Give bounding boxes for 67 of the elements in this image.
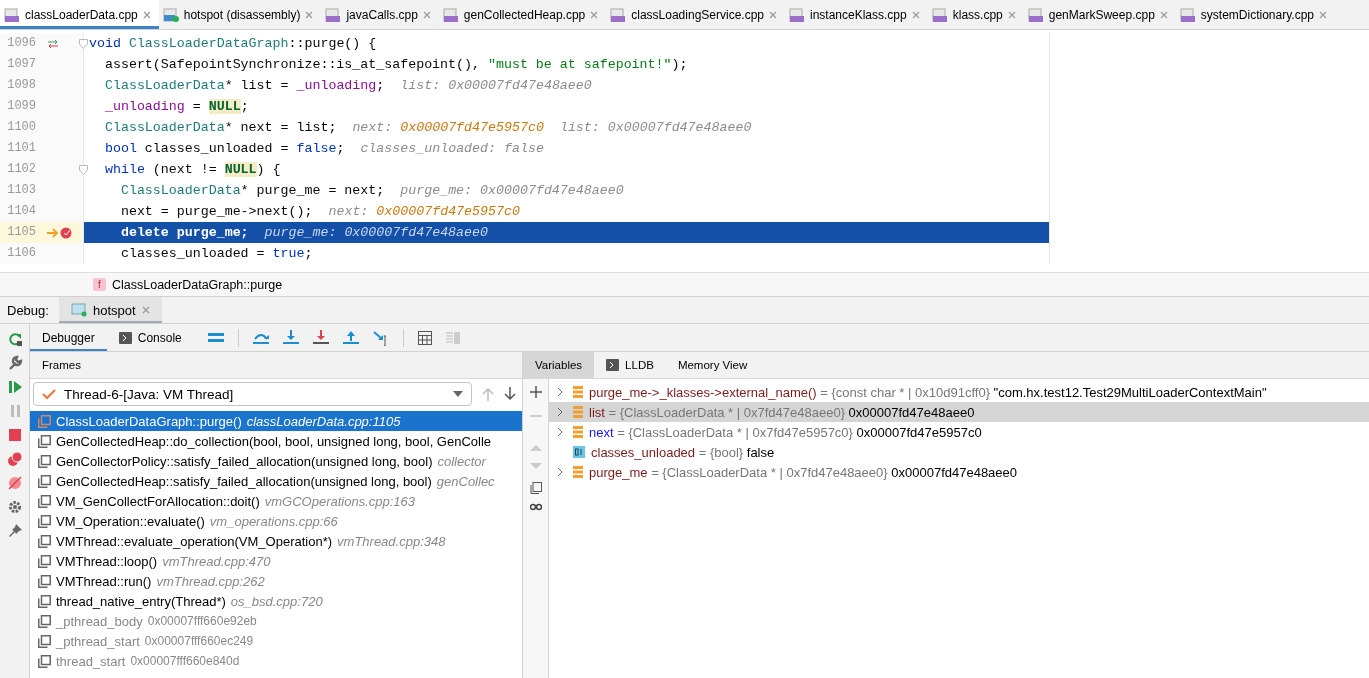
thread-dropdown[interactable]: Thread-6-[Java: VM Thread] [33, 382, 472, 406]
inline-value-hint: purge_me: 0x00007fd47e48aee0 [400, 182, 624, 200]
code-line: void ClassLoaderDataGraph::purge() { [89, 35, 377, 53]
editor-tab[interactable]: hotspot (disassembly) [158, 0, 322, 29]
code-line: ClassLoaderData* next = list; [103, 119, 337, 137]
variable-row[interactable]: purge_me = {ClassLoaderData * | 0x7fd47e48aee0} 0x00007fd47e48aee0 [549, 462, 1369, 482]
stack-frame[interactable]: GenCollectedHeap::do_collection(bool, bool, unsigned long, bool, GenColle [30, 431, 522, 451]
inline-value-hint: list: 0x00007fd47e48aee0 [400, 77, 592, 95]
line-number: 1101 [0, 138, 44, 159]
line-number: 1104 [0, 201, 44, 222]
code-line: assert(SafepointSynchronize::is_at_safepoint(), "must be at safepoint!"); [103, 56, 688, 74]
panel-title: Frames [42, 359, 81, 371]
variable-row[interactable]: purge_me->_klasses->external_name() = {const char * | 0x10d91cff0} "com.hx.test12.Test29MultiLoaderContextMain" [549, 382, 1369, 402]
editor-tab[interactable]: javaCalls.cpp [321, 0, 439, 29]
stack-frame[interactable]: thread_native_entry(Thread*) os_bsd.cpp:720 [30, 591, 522, 611]
stack-frame[interactable]: VM_GenCollectForAllocation::doit() vmGCOperations.cpp:163 [30, 491, 522, 511]
editor-tab[interactable]: classLoadingService.cpp [606, 0, 785, 29]
breadcrumb[interactable]: ClassLoaderDataGraph::purge [112, 277, 283, 292]
inline-value-hint: next: 0x00007fd47e5957c0 [328, 203, 520, 221]
line-number: 1102 [0, 159, 44, 180]
stack-frame[interactable]: VMThread::loop() vmThread.cpp:470 [30, 551, 522, 571]
code-line: next = purge_me->next(); [119, 203, 313, 221]
line-number: 1100 [0, 117, 44, 138]
editor-tab[interactable]: instanceKlass.cpp [785, 0, 928, 29]
debugger-tab[interactable]: Debugger [30, 324, 107, 351]
stack-frame[interactable]: VMThread::run() vmThread.cpp:262 [30, 571, 522, 591]
variable-row[interactable]: list = {ClassLoaderData * | 0x7fd47e48aee0} 0x00007fd47e48aee0 [549, 402, 1369, 422]
stack-frame[interactable]: ClassLoaderDataGraph::purge() classLoaderData.cpp:1105 [30, 411, 522, 431]
variables-tab[interactable]: Variables [523, 352, 595, 378]
stack-frame[interactable]: _pthread_start 0x00007fff660ec249 [30, 631, 522, 651]
variables-tab[interactable]: Memory View [665, 352, 760, 378]
stack-frame[interactable]: GenCollectorPolicy::satisfy_failed_allocation(unsigned long, bool) collector [30, 451, 522, 471]
debugger-tab[interactable]: Console [106, 324, 194, 351]
function-badge: f [93, 278, 106, 291]
line-number: 1105 [0, 222, 44, 243]
stack-frame[interactable]: GenCollectedHeap::satisfy_failed_allocation(unsigned long, bool) genCollec [30, 471, 522, 491]
editor-tab[interactable]: genMarkSweep.cpp [1023, 0, 1176, 29]
stack-frame[interactable]: _pthread_body 0x00007fff660e92eb [30, 611, 522, 631]
inline-value-hint: classes_unloaded: false [360, 140, 544, 158]
inline-value-hint: next: 0x00007fd47e5957c0 [352, 119, 544, 137]
inline-value-hint: purge_me: 0x00007fd47e48aee0 [264, 224, 489, 242]
debug-label: Debug: [6, 302, 50, 318]
variables-tab[interactable]: LLDB [594, 352, 666, 378]
editor-tab[interactable]: genCollectedHeap.cpp [438, 0, 607, 29]
code-line: ClassLoaderData* list = _unloading; [103, 77, 385, 95]
code-line: classes_unloaded = true; [119, 245, 313, 263]
line-number: 1097 [0, 54, 44, 75]
inline-value-hint: list: 0x00007fd47e48aee0 [559, 119, 752, 137]
editor-tab[interactable]: classLoaderData.cpp [0, 0, 159, 29]
line-number: 1098 [0, 75, 44, 96]
variable-row[interactable]: classes_unloaded = {bool} false [549, 442, 1369, 462]
line-number: 1099 [0, 96, 44, 117]
line-number: 1096 [0, 33, 44, 54]
stack-frame[interactable]: VM_Operation::evaluate() vm_operations.cpp:66 [30, 511, 522, 531]
code-line: _unloading = NULL; [103, 98, 249, 116]
editor-tab[interactable]: klass.cpp [927, 0, 1024, 29]
code-line: while (next != NULL) { [103, 161, 281, 179]
line-number: 1106 [0, 243, 44, 264]
session-tab[interactable]: hotspot [58, 297, 162, 323]
variable-row[interactable]: next = {ClassLoaderData * | 0x7fd47e5957c0} 0x00007fd47e5957c0 [549, 422, 1369, 442]
stack-frame[interactable]: VMThread::evaluate_operation(VM_Operation*) vmThread.cpp:348 [30, 531, 522, 551]
stack-frame[interactable]: thread_start 0x00007fff660e840d [30, 651, 522, 671]
code-line: ClassLoaderData* purge_me = next; [119, 182, 385, 200]
line-number: 1103 [0, 180, 44, 201]
editor-tab[interactable]: systemDictionary.cpp [1175, 0, 1335, 29]
code-line: delete purge_me; [119, 224, 249, 242]
code-line: bool classes_unloaded = false; [103, 140, 345, 158]
